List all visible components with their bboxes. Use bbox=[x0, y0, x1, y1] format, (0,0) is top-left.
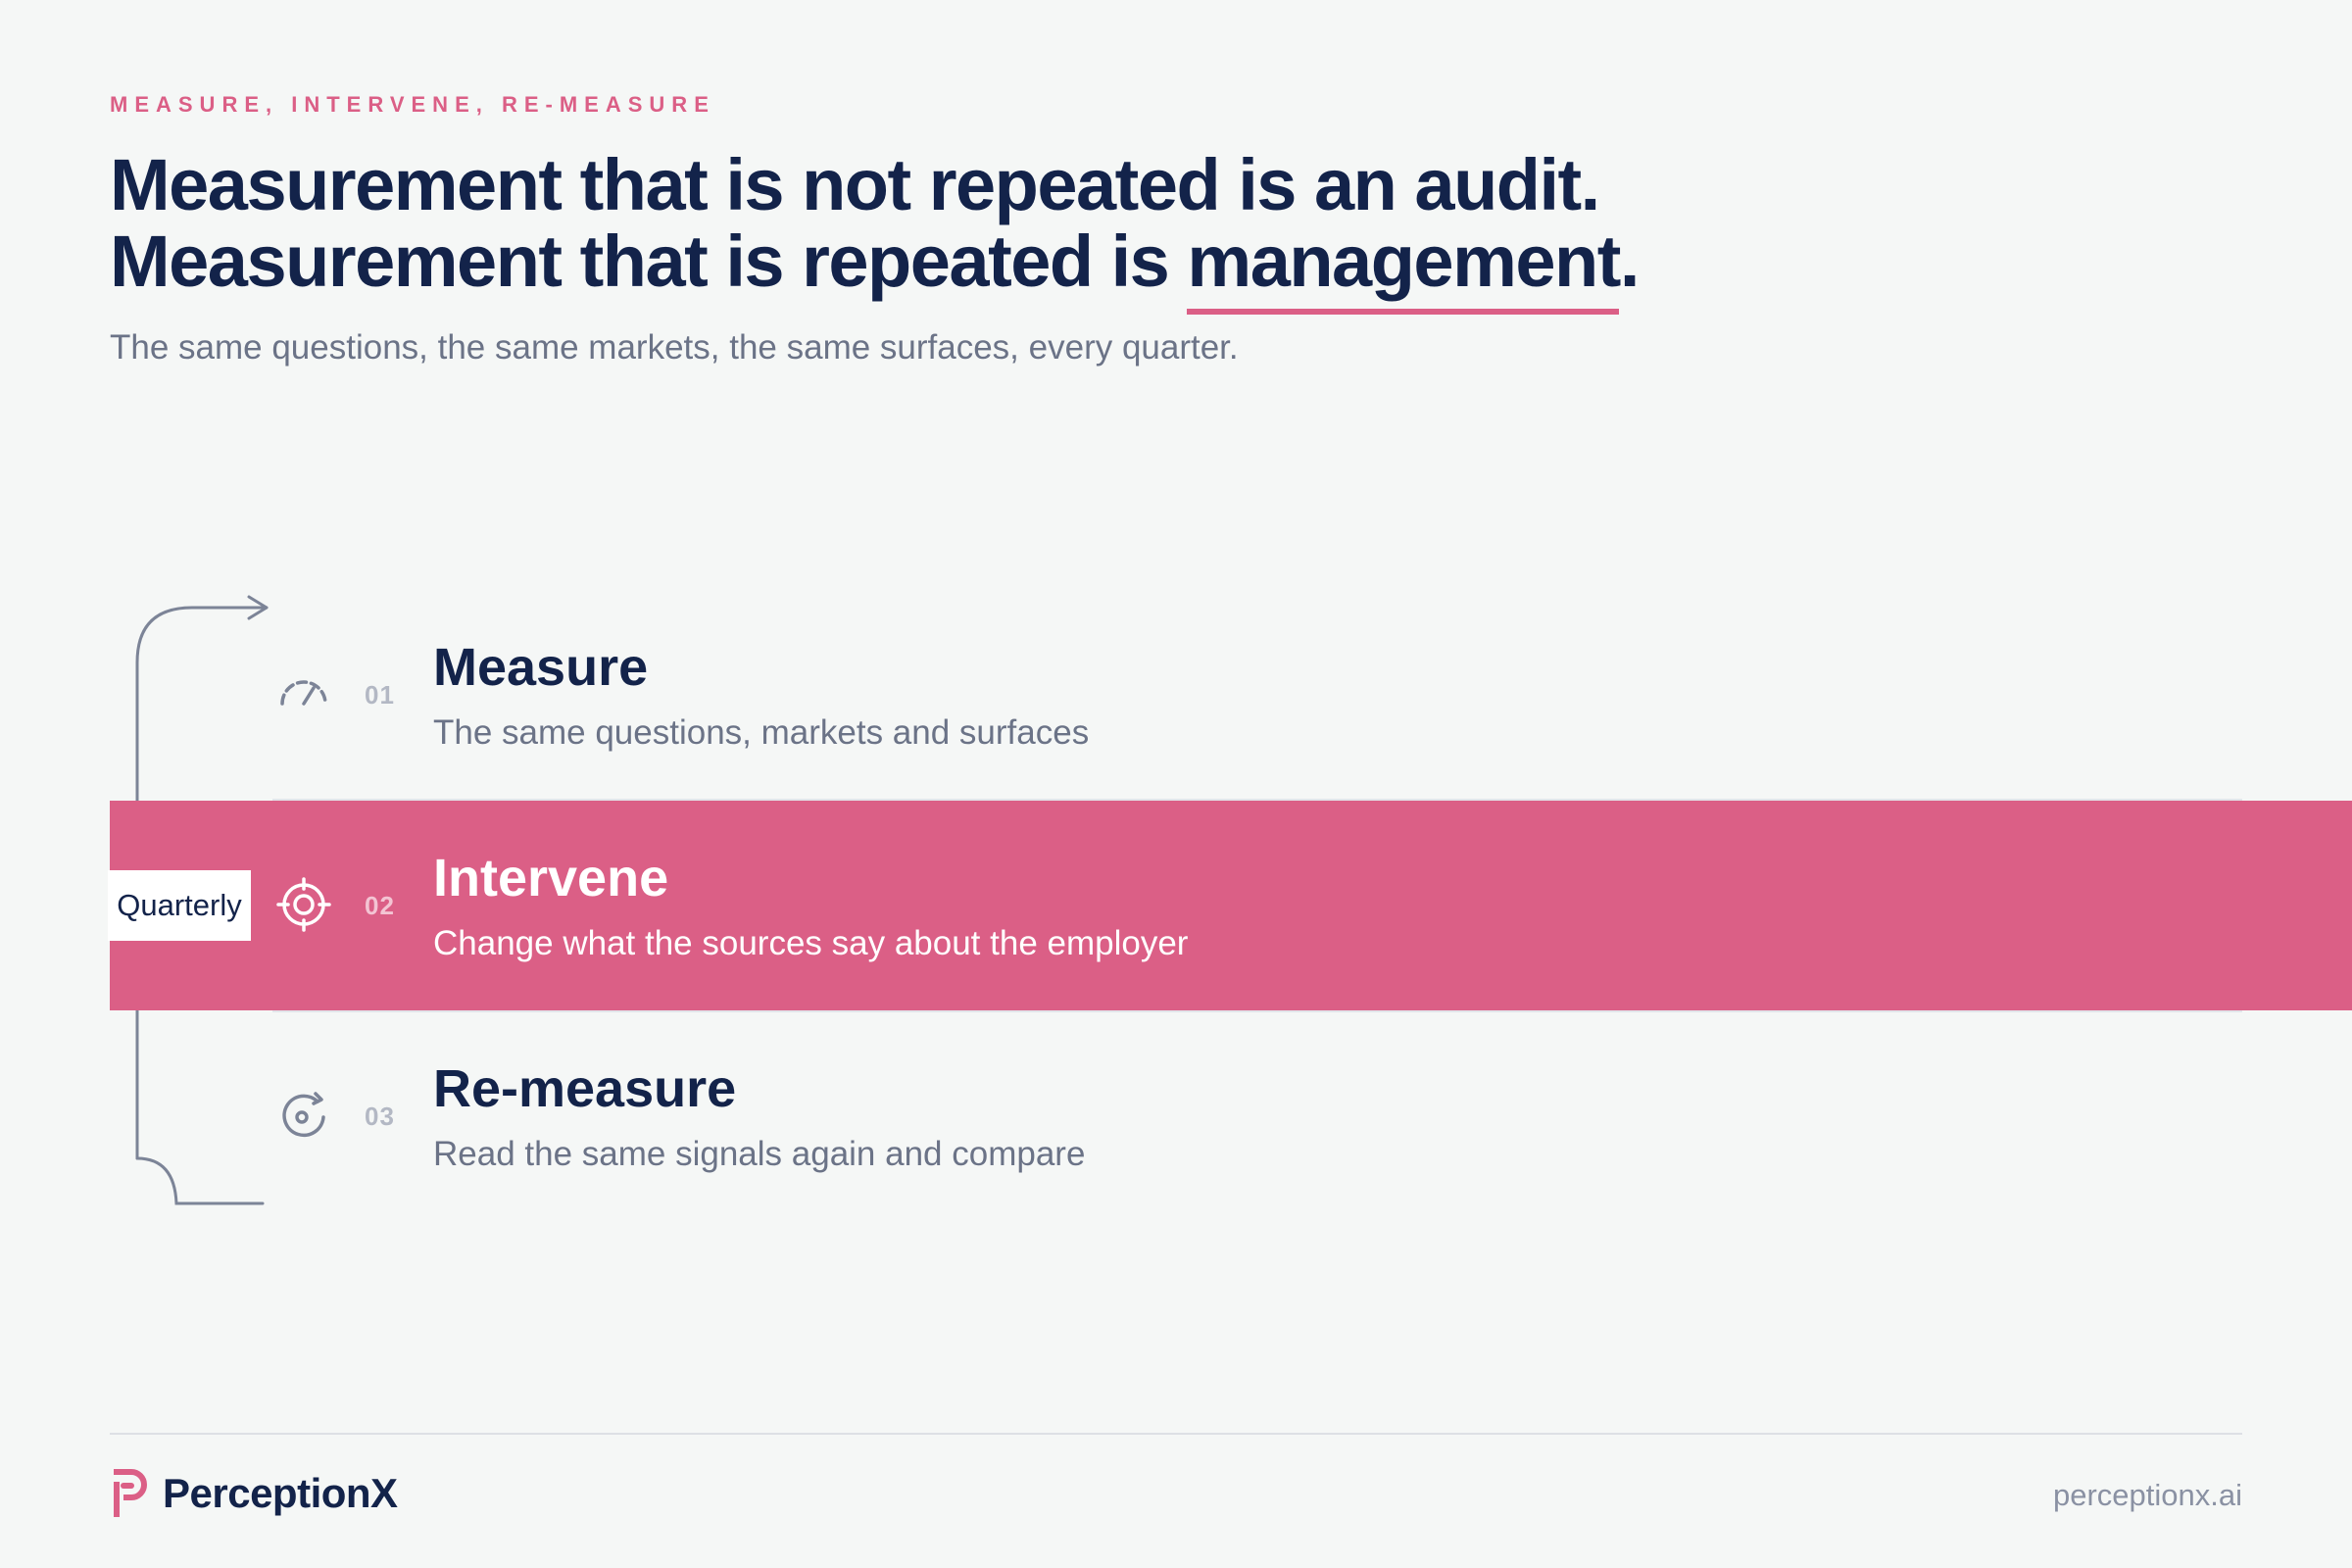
brand-logo: PerceptionX bbox=[110, 1464, 398, 1523]
step-description: Change what the sources say about the em… bbox=[433, 924, 1189, 962]
website-url: perceptionx.ai bbox=[2052, 1478, 2242, 1512]
step-description: The same questions, markets and surfaces bbox=[433, 713, 1090, 752]
step-number: 03 bbox=[365, 1102, 395, 1131]
step-divider bbox=[272, 799, 2242, 801]
footer-divider bbox=[110, 1433, 2242, 1435]
refresh-icon bbox=[282, 1092, 325, 1138]
perceptionx-logo-icon bbox=[114, 1469, 147, 1517]
step-title: Measure bbox=[433, 638, 649, 697]
step-number: 02 bbox=[365, 891, 395, 920]
step-intervene: 02 Intervene Change what the sources say… bbox=[110, 801, 2352, 1010]
brand-name: PerceptionX bbox=[163, 1470, 398, 1516]
step-title: Re-measure bbox=[433, 1059, 737, 1118]
cycle-label: Quarterly bbox=[108, 870, 251, 941]
target-icon bbox=[276, 877, 331, 932]
step-number: 01 bbox=[365, 680, 395, 710]
gauge-icon bbox=[280, 680, 327, 706]
step-measure: 01 Measure The same questions, markets a… bbox=[110, 590, 2352, 800]
step-re-measure: 03 Re-measure Read the same signals agai… bbox=[110, 1011, 2352, 1221]
slide: MEASURE, INTERVENE, RE-MEASURE Measureme… bbox=[0, 0, 2352, 1568]
step-description: Read the same signals again and compare bbox=[433, 1135, 1086, 1173]
step-divider bbox=[272, 1010, 2242, 1012]
step-title: Intervene bbox=[433, 849, 669, 907]
steps-list: 01 Measure The same questions, markets a… bbox=[0, 0, 2352, 1568]
